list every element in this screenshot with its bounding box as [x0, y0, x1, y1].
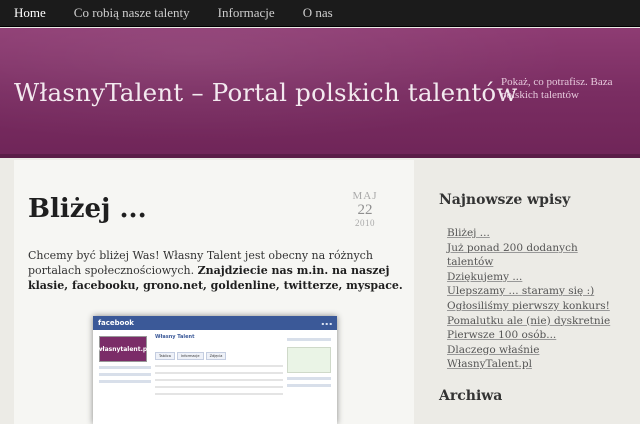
latest-post-link[interactable]: Ogłosiliśmy pierwszy konkurs! [447, 299, 627, 314]
placeholder-line [155, 386, 283, 388]
post-body: Chcemy być bliżej Was! Własny Talent jes… [28, 248, 406, 293]
latest-post-link[interactable]: Bliżej ... [447, 226, 627, 241]
site-title[interactable]: WłasnyTalent – Portal polskich talentów [14, 78, 518, 107]
sidebar: Najnowsze wpisy Bliżej ... Już ponad 200… [428, 160, 640, 424]
placeholder-line [155, 365, 283, 367]
placeholder-line [287, 377, 331, 380]
latest-post-link[interactable]: Pierwsze 100 osób... [447, 328, 627, 343]
latest-post-link[interactable]: Pomalutku ale (nie) dyskretnie [447, 314, 627, 329]
facebook-right-column [287, 334, 331, 387]
placeholder-line [155, 379, 283, 381]
placeholder-line [287, 384, 331, 387]
post-date-year: 2010 [355, 218, 375, 228]
site-header: WłasnyTalent – Portal polskich talentów … [0, 28, 640, 158]
facebook-tabs: Tablica Informacje Zdjęcia [155, 352, 283, 360]
placeholder-line [99, 366, 151, 369]
facebook-tab: Tablica [155, 352, 175, 360]
facebook-logo: facebook [98, 319, 134, 327]
facebook-page-name: Własny Talent [155, 334, 195, 340]
facebook-left-column: własnytalent.pl [97, 336, 151, 383]
nav-item-talents[interactable]: Co robią nasze talenty [60, 0, 204, 27]
top-nav: Home Co robią nasze talenty Informacje O… [0, 0, 640, 27]
post-date: MAJ 22 2010 [338, 186, 392, 242]
placeholder-line [155, 393, 283, 395]
latest-posts-list: Bliżej ... Już ponad 200 dodanych talent… [447, 226, 627, 372]
site-tagline: Pokaż, co potrafisz. Baza polskich talen… [501, 76, 613, 101]
post-date-day: 22 [357, 202, 373, 218]
placeholder-line [155, 372, 283, 374]
post-title[interactable]: Bliżej ... [28, 194, 147, 224]
nav-item-about[interactable]: O nas [289, 0, 347, 27]
facebook-tab: Zdjęcia [205, 352, 227, 360]
facebook-screenshot-image: facebook ▪ ▪ ▪ własnytalent.pl Własny Ta… [93, 316, 337, 424]
latest-posts-title: Najnowsze wpisy [439, 192, 571, 208]
nav-item-home[interactable]: Home [0, 0, 60, 27]
facebook-tab: Informacje [176, 352, 204, 360]
latest-post-link[interactable]: Dziękujemy ... [447, 270, 627, 285]
facebook-topbar-links: ▪ ▪ ▪ [321, 320, 332, 326]
facebook-ad-box [287, 347, 331, 373]
post-date-month: MAJ [352, 190, 378, 202]
placeholder-line [99, 380, 151, 383]
facebook-topbar: facebook ▪ ▪ ▪ [93, 316, 337, 330]
nav-item-info[interactable]: Informacje [204, 0, 289, 27]
archive-title: Archiwa [439, 388, 503, 404]
main-content: Bliżej ... MAJ 22 2010 Chcemy być bliżej… [14, 160, 414, 424]
placeholder-line [287, 338, 331, 341]
wlasnytalent-logo: własnytalent.pl [97, 336, 149, 362]
latest-post-link[interactable]: Ulepszamy ... staramy się :) [447, 284, 627, 299]
facebook-main-column: Własny Talent Tablica Informacje Zdjęcia [155, 334, 283, 395]
latest-post-link[interactable]: Już ponad 200 dodanych talentów [447, 241, 627, 270]
latest-post-link[interactable]: Dlaczego właśnie WłasnyTalent.pl [447, 343, 627, 372]
placeholder-line [99, 373, 151, 376]
